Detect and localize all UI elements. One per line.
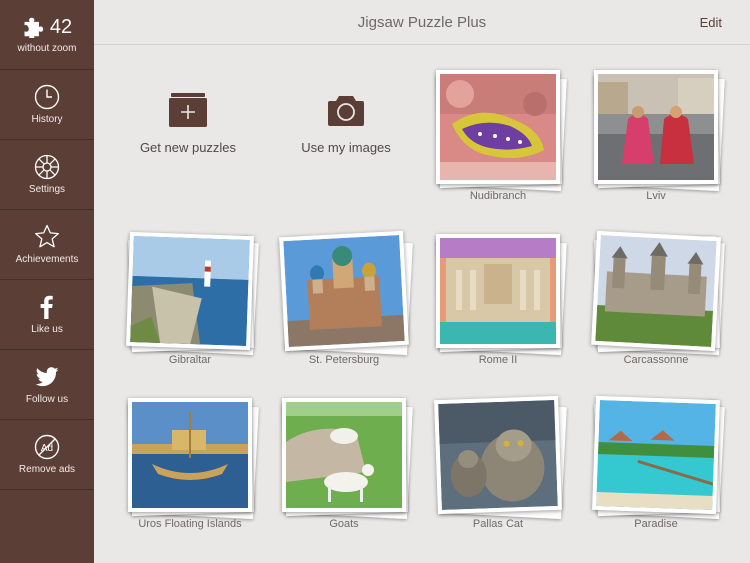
action-label: Get new puzzles [139, 140, 237, 155]
puzzle-name: St. Petersburg [308, 354, 380, 366]
puzzle-thumbnail [598, 74, 714, 180]
puzzle-name: Rome II [478, 354, 518, 366]
puzzle-gibraltar[interactable]: Gibraltar [122, 230, 259, 380]
header: Jigsaw Puzzle Plus Edit [94, 0, 750, 45]
puzzle-thumbnail [595, 235, 717, 347]
puzzle-thumbnail [596, 400, 716, 510]
sidebar-item-label: Like us [31, 324, 63, 335]
puzzle-rome-ii[interactable]: Rome II [430, 230, 567, 380]
sidebar-item-follow-us[interactable]: Follow us [0, 350, 94, 420]
puzzle-thumbnail [132, 402, 248, 508]
star-icon [35, 224, 59, 248]
sidebar-item-history[interactable]: History [0, 70, 94, 140]
sidebar-item-like-us[interactable]: Like us [0, 280, 94, 350]
puzzle-paradise[interactable]: Paradise [588, 394, 725, 544]
add-folder-icon [169, 93, 207, 127]
puzzle-name: Nudibranch [469, 190, 527, 202]
puzzle-st-petersburg[interactable]: St. Petersburg [276, 230, 413, 380]
twitter-icon [35, 367, 59, 387]
camera-icon [328, 96, 364, 126]
puzzle-name: Gibraltar [168, 354, 212, 366]
svg-text:Ad: Ad [41, 443, 53, 454]
puzzle-piece-icon [24, 17, 44, 38]
use-my-images-button[interactable]: Use my images [294, 92, 398, 155]
puzzle-pallas-cat[interactable]: Pallas Cat [430, 394, 567, 544]
puzzle-thumbnail [130, 236, 250, 346]
sidebar-item-remove-ads[interactable]: Ad Remove ads [0, 420, 94, 490]
puzzle-uros-floating-islands[interactable]: Uros Floating Islands [122, 394, 259, 544]
puzzle-name: Paradise [634, 518, 678, 530]
sidebar-item-label: Achievements [15, 254, 79, 265]
puzzle-nudibranch[interactable]: Nudibranch [430, 66, 567, 216]
puzzle-thumbnail [440, 238, 556, 344]
clock-icon [34, 84, 60, 110]
sidebar-item-label: Remove ads [18, 464, 76, 475]
facebook-icon [40, 295, 53, 319]
get-new-puzzles-button[interactable]: Get new puzzles [136, 92, 240, 155]
puzzle-thumbnail [438, 400, 558, 510]
completed-count: 42 [49, 15, 73, 38]
app-title: Jigsaw Puzzle Plus [357, 13, 487, 31]
sidebar-item-label: Follow us [25, 394, 69, 405]
no-ads-icon: Ad [34, 434, 60, 460]
puzzle-goats[interactable]: Goats [276, 394, 413, 544]
sidebar-item-label: History [31, 114, 63, 125]
sidebar-item-achievements[interactable]: Achievements [0, 210, 94, 280]
puzzle-name: Carcassonne [623, 354, 689, 366]
counter-label: without zoom [17, 42, 77, 54]
puzzle-name: Lviv [646, 190, 666, 202]
puzzle-carcassonne[interactable]: Carcassonne [588, 230, 725, 380]
action-label: Use my images [301, 140, 391, 155]
puzzle-name: Pallas Cat [472, 518, 524, 530]
puzzle-thumbnail [283, 235, 405, 347]
sidebar-item-label: Settings [28, 184, 66, 195]
gear-icon [34, 154, 60, 180]
puzzle-name: Uros Floating Islands [138, 518, 242, 530]
sidebar: 42 without zoom History Settings Achieve… [0, 0, 94, 563]
puzzle-counter: 42 without zoom [0, 0, 94, 70]
puzzle-thumbnail [440, 74, 556, 180]
puzzle-lviv[interactable]: Lviv [588, 66, 725, 216]
puzzle-name: Goats [329, 518, 359, 530]
sidebar-item-settings[interactable]: Settings [0, 140, 94, 210]
puzzle-thumbnail [286, 402, 402, 508]
edit-button[interactable]: Edit [700, 15, 722, 30]
